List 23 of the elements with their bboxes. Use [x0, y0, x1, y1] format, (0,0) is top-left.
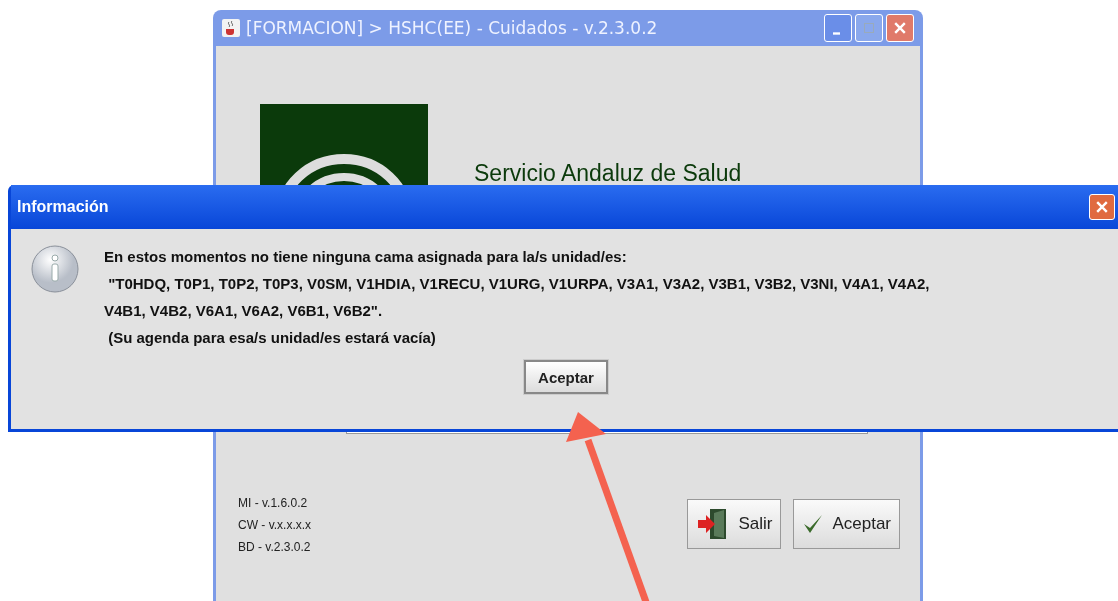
close-button[interactable]	[886, 14, 914, 42]
window-title: [FORMACION] > HSHC(EE) - Cuidados - v.2.3.0.2	[246, 18, 659, 38]
close-button[interactable]	[1089, 194, 1115, 220]
message-line: En estos momentos no tiene ninguna cama asignada para la/s unidad/es:	[104, 248, 628, 265]
close-icon	[1096, 201, 1108, 213]
organization-name: Servicio Andaluz de Salud	[474, 160, 742, 186]
close-icon	[894, 22, 906, 34]
dialog-button[interactable]: Aceptar	[793, 499, 900, 549]
minimize-button[interactable]	[824, 14, 852, 42]
accept-button[interactable]: Aceptar	[524, 360, 608, 394]
dialog-button[interactable]: Salir	[687, 499, 782, 549]
version-text: MI - v.1.6.0.2	[238, 496, 309, 510]
version-text: BD - v.2.3.0.2	[238, 540, 312, 554]
message-line: (Su agenda para esa/s unidad/es estará vacía)	[107, 329, 437, 346]
info-icon	[30, 244, 80, 294]
coffee-cup-icon	[222, 19, 240, 37]
minimize-icon	[832, 31, 840, 35]
version-text: CW - v.x.x.x.x	[238, 518, 312, 532]
message-line: V4B1, V4B2, V6A1, V6A2, V6B1, V6B2".	[104, 302, 384, 319]
maximize-button[interactable]	[855, 14, 883, 42]
maximize-icon	[864, 23, 874, 33]
message-line: "T0HDQ, T0P1, T0P2, T0P3, V0SM, V1HDIA, V1RECU, V1URG, V1URPA, V3A1, V3A2, V3B1, V3B2, V3NI, V4A1, V4A2,	[107, 275, 930, 292]
dialog-title: Información	[17, 198, 109, 216]
